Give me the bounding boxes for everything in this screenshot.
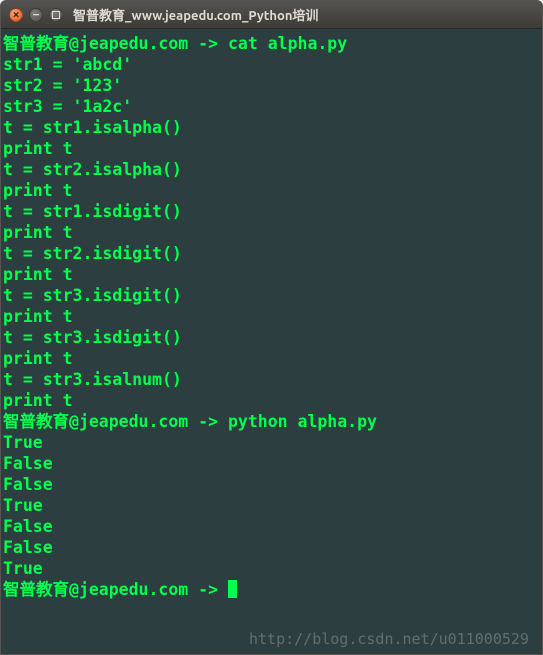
source-line: print t [3, 348, 540, 369]
prompt-sep: -> [188, 580, 228, 599]
source-line: str3 = '1a2c' [3, 96, 540, 117]
source-line: print t [3, 180, 540, 201]
close-icon[interactable] [9, 8, 23, 22]
source-line: print t [3, 264, 540, 285]
source-line: print t [3, 306, 540, 327]
minimize-icon[interactable] [29, 8, 43, 22]
prompt-host: jeapedu.com [79, 412, 188, 431]
command-text: cat alpha.py [228, 34, 347, 53]
terminal-window: 智普教育_www.jeapedu.com_Python培训 智普教育@jeape… [0, 0, 543, 655]
prompt-line: 智普教育@jeapedu.com -> cat alpha.py [3, 33, 540, 54]
output-line: False [3, 453, 540, 474]
terminal-body[interactable]: 智普教育@jeapedu.com -> cat alpha.py str1 = … [1, 29, 542, 654]
source-line: t = str3.isdigit() [3, 285, 540, 306]
output-line: False [3, 474, 540, 495]
source-line: t = str3.isalnum() [3, 369, 540, 390]
cursor [228, 580, 237, 598]
prompt-sep: -> [188, 34, 228, 53]
output-line: False [3, 516, 540, 537]
source-line: t = str2.isdigit() [3, 243, 540, 264]
output-line: False [3, 537, 540, 558]
source-line: str2 = '123' [3, 75, 540, 96]
source-line: str1 = 'abcd' [3, 54, 540, 75]
source-line: print t [3, 390, 540, 411]
prompt-sep: -> [188, 412, 228, 431]
titlebar[interactable]: 智普教育_www.jeapedu.com_Python培训 [1, 1, 542, 29]
prompt-line: 智普教育@jeapedu.com -> python alpha.py [3, 411, 540, 432]
prompt-host: jeapedu.com [79, 34, 188, 53]
maximize-icon[interactable] [49, 8, 63, 22]
source-line: t = str1.isdigit() [3, 201, 540, 222]
prompt-user: 智普教育 [3, 580, 69, 599]
prompt-user: 智普教育 [3, 412, 69, 431]
source-line: t = str3.isdigit() [3, 327, 540, 348]
source-line: print t [3, 222, 540, 243]
prompt-line: 智普教育@jeapedu.com -> [3, 579, 540, 600]
prompt-user: 智普教育 [3, 34, 69, 53]
command-text: python alpha.py [228, 412, 377, 431]
source-line: t = str1.isalpha() [3, 117, 540, 138]
source-line: t = str2.isalpha() [3, 159, 540, 180]
output-line: True [3, 495, 540, 516]
window-title: 智普教育_www.jeapedu.com_Python培训 [73, 5, 318, 24]
window-controls [9, 8, 63, 22]
source-line: print t [3, 138, 540, 159]
watermark: http://blog.csdn.net/u011000529 [249, 629, 529, 650]
output-line: True [3, 558, 540, 579]
output-line: True [3, 432, 540, 453]
prompt-host: jeapedu.com [79, 580, 188, 599]
